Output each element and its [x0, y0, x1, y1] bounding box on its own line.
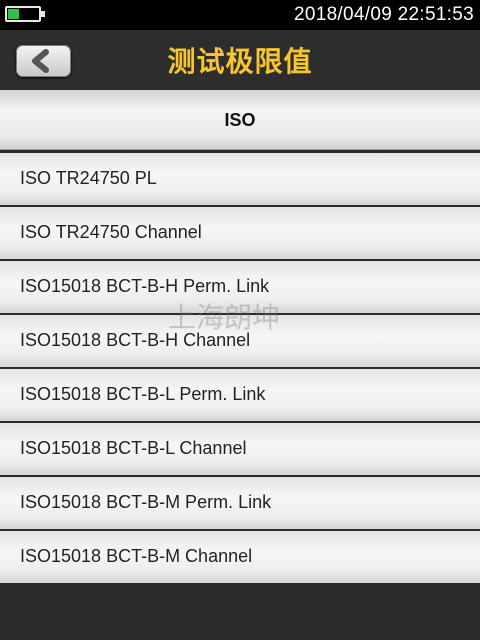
section-header: ISO — [0, 90, 480, 150]
list-item[interactable]: ISO15018 BCT-B-L Channel — [0, 423, 480, 475]
list-item[interactable]: ISO15018 BCT-B-H Channel — [0, 315, 480, 367]
limits-list: ISO TR24750 PL ISO TR24750 Channel ISO15… — [0, 153, 480, 585]
list-item-label: ISO15018 BCT-B-H Channel — [20, 330, 251, 350]
list-item-label: ISO TR24750 Channel — [20, 222, 202, 242]
list-item-label: ISO15018 BCT-B-H Perm. Link — [20, 276, 270, 296]
list-item-label: ISO15018 BCT-B-L Perm. Link — [20, 384, 266, 404]
battery-level-fill — [8, 9, 19, 19]
list-item[interactable]: ISO TR24750 PL — [0, 153, 480, 205]
list-item-label: ISO15018 BCT-B-L Channel — [20, 438, 247, 458]
list-item[interactable]: ISO TR24750 Channel — [0, 207, 480, 259]
list-item[interactable]: ISO15018 BCT-B-L Perm. Link — [0, 369, 480, 421]
list-item[interactable]: ISO15018 BCT-B-M Perm. Link — [0, 477, 480, 529]
list-item[interactable]: ISO15018 BCT-B-H Perm. Link — [0, 261, 480, 313]
status-bar: 2018/04/09 22:51:53 — [0, 0, 480, 30]
battery-icon — [5, 6, 41, 22]
list-item-label: ISO TR24750 PL — [20, 168, 157, 188]
page-title: 测试极限值 — [167, 46, 313, 77]
list-item-label: ISO15018 BCT-B-M Perm. Link — [20, 492, 272, 512]
list-item[interactable]: ISO15018 BCT-B-M Channel — [0, 531, 480, 583]
battery-tip — [41, 11, 45, 17]
list-item-label: ISO15018 BCT-B-M Channel — [20, 546, 253, 566]
section-label: ISO — [224, 110, 256, 130]
datetime: 2018/04/09 22:51:53 — [293, 4, 474, 25]
